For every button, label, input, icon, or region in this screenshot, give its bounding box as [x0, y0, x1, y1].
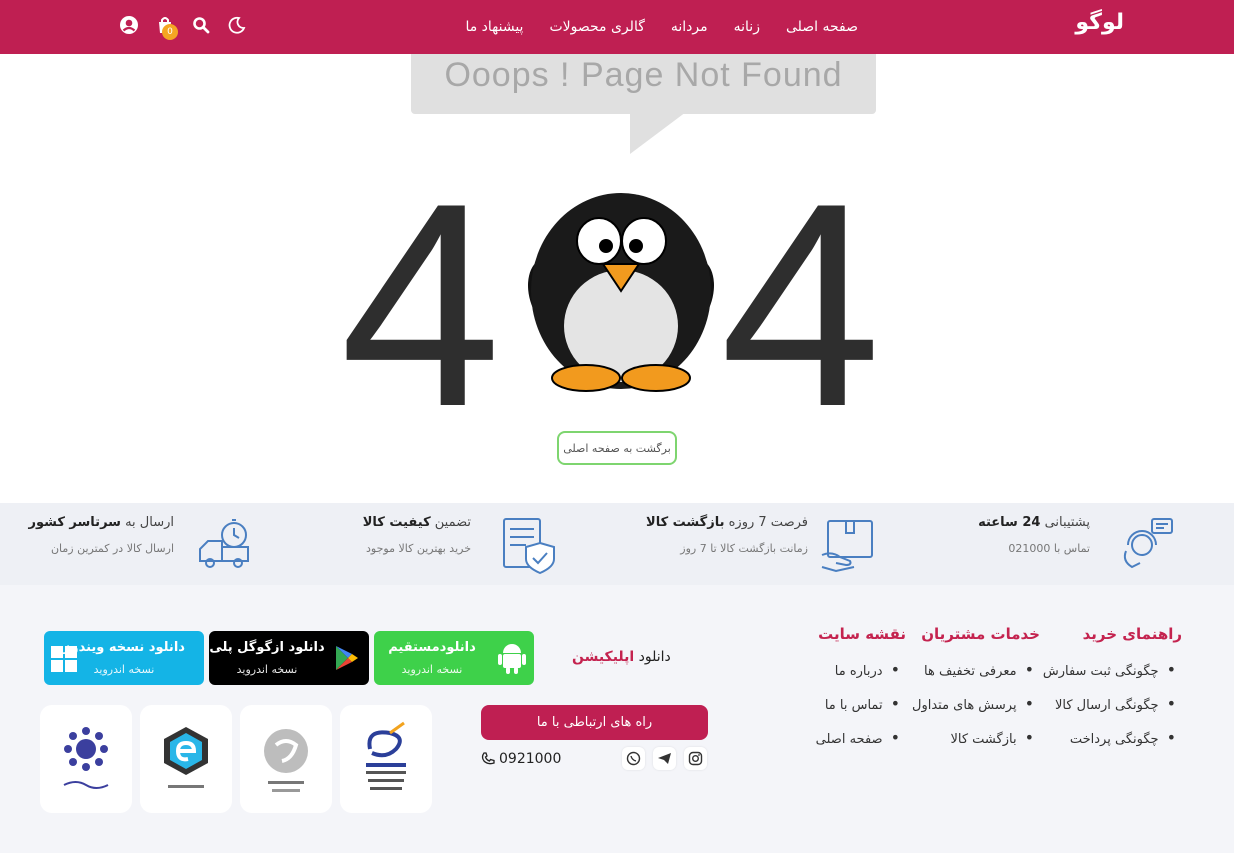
app-download-label: دانلود اپلیکیشن [572, 649, 671, 665]
nav-home[interactable]: صفحه اصلی [786, 19, 858, 35]
windows-title-pre: دانلود [144, 640, 185, 655]
return-box-icon [818, 515, 876, 577]
footer-link[interactable]: چگونگی ارسال کالا [1043, 687, 1182, 721]
footer-link[interactable]: تماس با ما [816, 687, 906, 721]
footer-link[interactable]: چگونگی پرداخت [1043, 721, 1182, 755]
support-agent-icon [1116, 515, 1174, 577]
feature-support-title: پشتیبانی [1040, 515, 1090, 530]
android-icon [490, 641, 534, 675]
nav-women[interactable]: زنانه [734, 19, 760, 35]
direct-download-title: دانلودمستقیم [388, 640, 476, 655]
feature-quality-title: تضمین [430, 515, 471, 530]
header-actions: 0 [118, 14, 248, 40]
phone-number-text: 0921000 [499, 751, 562, 767]
footer-link[interactable]: پرسش های متداول [912, 687, 1040, 721]
feature-return: فرصت 7 روزه بازگشت کالا زمانت بازگشت کال… [646, 515, 808, 555]
windows-icon [50, 645, 78, 677]
footer-col-title: نقشه سایت [818, 625, 906, 643]
feature-support: پشتیبانی 24 ساعته تماس با 021000 [978, 515, 1090, 555]
feature-shipping-title: ارسال به [120, 515, 174, 530]
speech-bubble-tail [630, 112, 686, 154]
site-footer: راهنمای خرید چگونگی ثبت سفارش چگونگی ارس… [0, 585, 1234, 853]
google-play-icon [325, 644, 369, 672]
contact-ways-button[interactable]: راه های ارتباطی با ما [481, 705, 708, 740]
moon-icon[interactable] [226, 14, 248, 36]
cart-icon[interactable]: 0 [154, 14, 178, 40]
instagram-icon[interactable] [684, 747, 707, 770]
footer-link[interactable]: چگونگی ثبت سفارش [1043, 653, 1182, 687]
features-band: پشتیبانی 24 ساعته تماس با 021000 فرصت 7 … [0, 503, 1234, 585]
footer-link[interactable]: صفحه اصلی [816, 721, 906, 755]
feature-support-title-bold: 24 ساعته [978, 515, 1041, 530]
footer-col-buy-guide: راهنمای خرید چگونگی ثبت سفارش چگونگی ارس… [1043, 625, 1182, 755]
google-play-subtitle: نسخه اندروید [236, 663, 298, 676]
feature-shipping-subtitle: ارسال کالا در کمترین زمان [50, 542, 174, 555]
social-links [622, 747, 707, 770]
ecommerce-association-badge[interactable] [40, 705, 132, 813]
footer-link[interactable]: درباره ما [816, 653, 906, 687]
feature-support-subtitle: تماس با 021000 [1008, 542, 1090, 555]
feature-shipping: ارسال به سرتاسر کشور ارسال کالا در کمتری… [28, 515, 174, 555]
cart-count-badge: 0 [162, 24, 178, 40]
error-digit-left: 4 [340, 143, 502, 467]
footer-col-sitemap: نقشه سایت درباره ما تماس با ما صفحه اصلی [816, 625, 906, 755]
nav-gallery[interactable]: گالری محصولات [549, 19, 644, 35]
feature-return-title: فرصت 7 روزه [724, 515, 808, 530]
feature-return-title-bold: بازگشت کالا [646, 515, 725, 530]
main-nav: صفحه اصلی زنانه مردانه گالری محصولات پیش… [465, 0, 858, 54]
electronic-union-badge[interactable] [140, 705, 232, 813]
footer-col-title: خدمات مشتریان [921, 625, 1040, 643]
app-download-label-bold: اپلیکیشن [572, 649, 635, 665]
direct-download-button[interactable]: دانلودمستقیم نسخه اندروید [374, 631, 534, 685]
feature-quality-title-bold: کیفیت کالا [362, 515, 431, 530]
samandehi-badge[interactable] [240, 705, 332, 813]
whatsapp-icon[interactable] [622, 747, 645, 770]
penguin-illustration [516, 186, 726, 400]
feature-quality: تضمین کیفیت کالا خرید بهترین کالا موجود [363, 515, 471, 555]
google-play-download-button[interactable]: دانلود ازگوگل پلی نسخه اندروید [209, 631, 369, 685]
not-found-message: Ooops ! Page Not Found [444, 56, 843, 94]
phone-number[interactable]: 0921000 [481, 751, 561, 767]
site-logo[interactable]: لوگو [1075, 10, 1124, 35]
nav-offers[interactable]: پیشنهاد ما [465, 19, 523, 35]
user-icon[interactable] [118, 14, 140, 36]
google-play-title: ازگوگل پلی [209, 640, 284, 655]
nav-men[interactable]: مردانه [671, 19, 708, 35]
app-download-label-pre: دانلود [634, 649, 671, 665]
site-header: لوگو صفحه اصلی زنانه مردانه گالری محصولا… [0, 0, 1234, 54]
footer-link[interactable]: معرفی تخفیف ها [912, 653, 1040, 687]
footer-link[interactable]: بازگشت کالا [912, 721, 1040, 755]
error-digit-right: 4 [720, 143, 882, 467]
direct-download-subtitle: نسخه اندروید [401, 663, 463, 676]
feature-shipping-title-bold: سرتاسر کشور [28, 515, 121, 530]
telegram-icon[interactable] [653, 747, 676, 770]
footer-col-title: راهنمای خرید [1082, 625, 1182, 643]
footer-col-customer-service: خدمات مشتریان معرفی تخفیف ها پرسش های مت… [912, 625, 1040, 755]
feature-quality-subtitle: خرید بهترین کالا موجود [366, 542, 471, 555]
feature-return-subtitle: زمانت بازگشت کالا تا 7 روز [680, 542, 808, 555]
delivery-truck-icon [196, 515, 254, 577]
back-to-home-button[interactable]: برگشت به صفحه اصلی [557, 431, 677, 465]
enamad-badge[interactable] [340, 705, 432, 813]
phone-icon [481, 752, 495, 765]
quality-certificate-icon [498, 515, 558, 579]
search-icon[interactable] [190, 14, 212, 36]
google-play-title-pre: دانلود [284, 640, 325, 655]
